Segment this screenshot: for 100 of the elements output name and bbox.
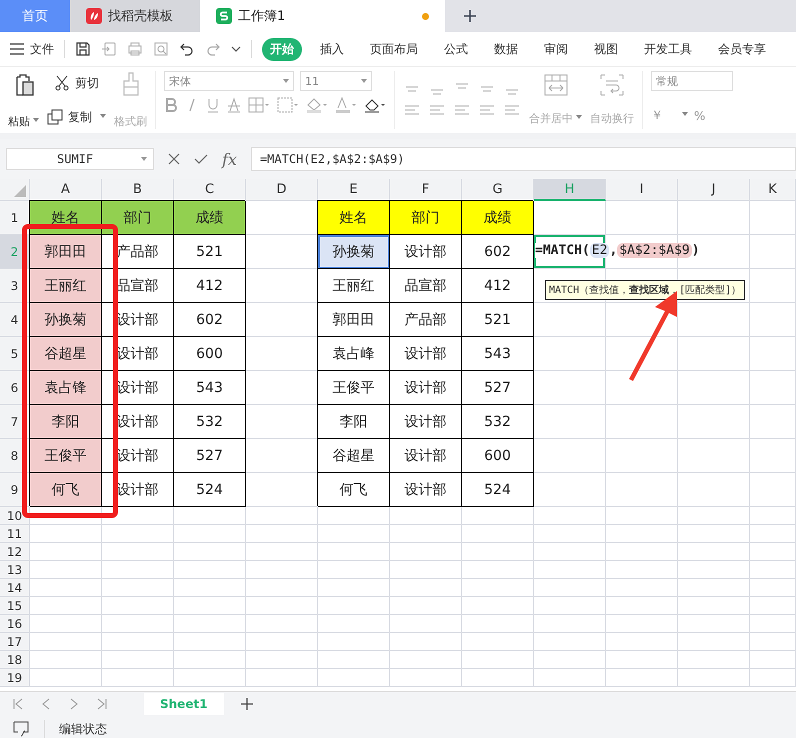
column-header[interactable]: K: [750, 179, 796, 201]
previous-sheet-icon[interactable]: [40, 698, 52, 710]
ribbon-tab[interactable]: 插入: [312, 38, 352, 60]
underline-icon[interactable]: [206, 97, 220, 113]
table-cell: 谷超星: [318, 439, 390, 473]
table-cell: 543: [462, 337, 534, 371]
row-header[interactable]: 12: [0, 543, 30, 561]
ribbon-tab[interactable]: 开发工具: [636, 38, 700, 60]
undo-icon[interactable]: [179, 41, 195, 57]
empty-cell: [750, 669, 796, 687]
table-cell: 何飞: [318, 473, 390, 507]
name-box[interactable]: SUMIF: [6, 148, 154, 170]
select-all-icon[interactable]: [14, 185, 26, 197]
table-cell: 成绩: [462, 201, 534, 235]
ribbon-tab[interactable]: 数据: [486, 38, 526, 60]
column-header[interactable]: F: [390, 179, 462, 201]
dropdown-caret-icon[interactable]: [231, 45, 241, 53]
column-header[interactable]: G: [462, 179, 534, 201]
ribbon-tab[interactable]: 页面布局: [362, 38, 426, 60]
row-header[interactable]: 1: [0, 201, 30, 235]
empty-cell: [606, 405, 678, 439]
save-icon[interactable]: [75, 41, 91, 57]
wrap-text-icon: [600, 74, 624, 96]
row-header[interactable]: 17: [0, 633, 30, 651]
column-header[interactable]: B: [102, 179, 174, 201]
last-sheet-icon[interactable]: [96, 698, 108, 710]
empty-cell: [606, 439, 678, 473]
formula-input[interactable]: =MATCH(E2,$A$2:$A$9): [250, 147, 796, 171]
bold-icon[interactable]: [164, 97, 178, 113]
empty-cell: [390, 597, 462, 615]
column-header[interactable]: J: [678, 179, 750, 201]
row-header[interactable]: 16: [0, 615, 30, 633]
row-header[interactable]: 19: [0, 669, 30, 687]
column-header[interactable]: A: [30, 179, 102, 201]
strikethrough-icon[interactable]: [227, 97, 241, 113]
redo-icon[interactable]: [205, 41, 221, 57]
empty-cell: [390, 669, 462, 687]
insert-function-button[interactable]: fx: [222, 150, 237, 168]
number-format-dropdown[interactable]: 常规: [651, 71, 733, 91]
column-header[interactable]: C: [174, 179, 246, 201]
menu-icon[interactable]: [10, 43, 24, 55]
empty-cell: [750, 525, 796, 543]
confirm-icon[interactable]: [194, 153, 208, 165]
empty-cell: [246, 669, 318, 687]
cell-style-icon[interactable]: [277, 97, 299, 113]
new-tab-icon[interactable]: [463, 9, 477, 23]
table-cell: 设计部: [390, 337, 462, 371]
print-icon[interactable]: [127, 41, 143, 57]
row-header[interactable]: 18: [0, 651, 30, 669]
empty-cell: [534, 473, 606, 507]
paste-button[interactable]: 粘贴: [8, 71, 39, 129]
macro-icon[interactable]: [12, 721, 30, 737]
table-cell: 527: [462, 371, 534, 405]
font-dropdown[interactable]: 宋体: [164, 71, 294, 91]
ribbon-tab[interactable]: 审阅: [536, 38, 576, 60]
empty-cell: [750, 303, 796, 337]
row-header[interactable]: 11: [0, 525, 30, 543]
eraser-icon[interactable]: [364, 97, 386, 113]
first-sheet-icon[interactable]: [12, 698, 24, 710]
ribbon-tab[interactable]: 视图: [586, 38, 626, 60]
document-tab[interactable]: 找稻壳模板: [70, 0, 200, 32]
empty-cell: [462, 507, 534, 525]
row-header[interactable]: 15: [0, 597, 30, 615]
font-color-icon[interactable]: [335, 97, 357, 113]
empty-cell: [750, 507, 796, 525]
table-cell: 郭田田: [318, 303, 390, 337]
add-sheet-icon[interactable]: [240, 697, 254, 711]
row-header[interactable]: 13: [0, 561, 30, 579]
ribbon-tab[interactable]: 公式: [436, 38, 476, 60]
table-cell: 设计部: [102, 303, 174, 337]
empty-cell: [174, 525, 246, 543]
empty-cell: [750, 405, 796, 439]
fill-color-icon[interactable]: [306, 97, 328, 113]
merge-label: 合并居中: [529, 112, 573, 125]
column-header[interactable]: E: [318, 179, 390, 201]
table-cell: 孙换菊: [318, 235, 390, 269]
empty-cell: [678, 201, 750, 235]
table-cell: 谷超星: [30, 337, 102, 371]
document-tab[interactable]: 工作簿1: [200, 0, 445, 32]
borders-icon[interactable]: [248, 97, 270, 113]
next-sheet-icon[interactable]: [68, 698, 80, 710]
file-menu[interactable]: 文件: [30, 40, 54, 58]
empty-cell: [678, 371, 750, 405]
table-cell: 产品部: [390, 303, 462, 337]
table-cell: 设计部: [390, 439, 462, 473]
empty-cell: [102, 507, 174, 525]
empty-cell: [246, 525, 318, 543]
row-header[interactable]: 14: [0, 579, 30, 597]
copy-button[interactable]: 复制: [47, 105, 106, 129]
preview-icon[interactable]: [153, 41, 169, 57]
cancel-icon[interactable]: [168, 153, 180, 165]
empty-cell: [750, 615, 796, 633]
column-header[interactable]: D: [246, 179, 318, 201]
column-header[interactable]: I: [606, 179, 678, 201]
empty-cell: [606, 669, 678, 687]
table-cell: 设计部: [390, 473, 462, 507]
font-size-dropdown[interactable]: 11: [300, 71, 372, 91]
ribbon-tab[interactable]: 会员专享: [710, 38, 774, 60]
export-icon[interactable]: [101, 41, 117, 57]
cut-button[interactable]: 剪切: [54, 71, 99, 95]
